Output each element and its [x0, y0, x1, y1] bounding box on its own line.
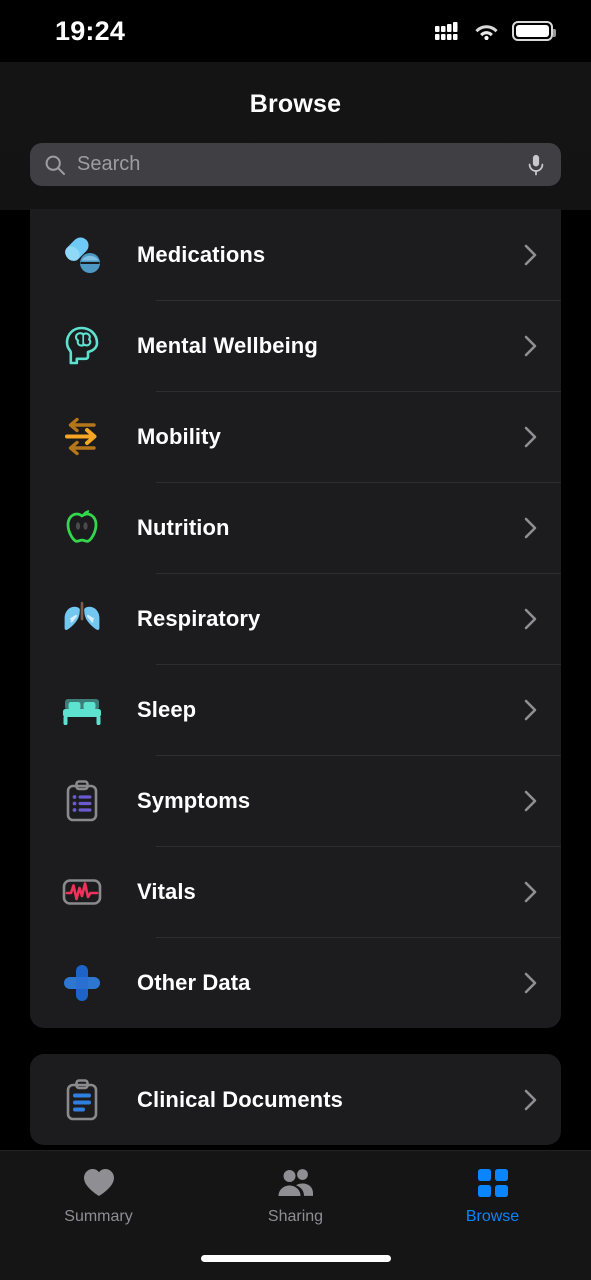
people-icon — [278, 1169, 313, 1196]
list-item-mobility[interactable]: Mobility — [30, 391, 561, 482]
phone-screen: 19:24 Browse Search Medications Mental W… — [0, 0, 591, 1280]
list-item-label: Symptoms — [137, 787, 251, 813]
cellular-bars-icon — [435, 21, 458, 40]
status-bar-indicators — [435, 21, 556, 41]
list-item-label: Clinical Documents — [137, 1086, 343, 1112]
tab-summary[interactable]: Summary — [0, 1167, 197, 1226]
heart-icon — [83, 1169, 114, 1196]
plus-cross-icon — [58, 959, 106, 1007]
tab-sharing[interactable]: Sharing — [197, 1167, 394, 1226]
list-item-clinical-documents[interactable]: Clinical Documents — [30, 1054, 561, 1145]
tab-label: Sharing — [267, 1208, 324, 1225]
chevron-right-icon — [524, 790, 537, 812]
chevron-right-icon — [524, 426, 537, 448]
list-item-symptoms[interactable]: Symptoms — [30, 755, 561, 846]
bed-icon — [58, 686, 106, 734]
chevron-right-icon — [524, 517, 537, 539]
list-item-label: Respiratory — [137, 605, 261, 631]
list-item-label: Mental Wellbeing — [137, 332, 318, 358]
apple-icon — [58, 504, 106, 552]
home-indicator[interactable] — [200, 1255, 391, 1262]
tab-browse[interactable]: Browse — [394, 1167, 591, 1226]
status-bar: 19:24 — [0, 0, 591, 62]
clinical-documents-card: Clinical Documents — [30, 1054, 561, 1145]
navigation-header: Browse Search — [0, 62, 591, 210]
arrows-mobility-icon — [58, 413, 106, 461]
head-brain-icon — [58, 322, 106, 370]
list-item-mental-wellbeing[interactable]: Mental Wellbeing — [30, 300, 561, 391]
list-item-label: Mobility — [137, 423, 221, 449]
list-item-label: Nutrition — [137, 514, 230, 540]
chevron-right-icon — [524, 608, 537, 630]
chevron-right-icon — [524, 1089, 537, 1111]
list-item-label: Other Data — [137, 969, 251, 995]
clipboard-documents-icon — [58, 1076, 106, 1124]
chevron-right-icon — [524, 335, 537, 357]
page-title: Browse — [249, 90, 342, 118]
list-item-sleep[interactable]: Sleep — [30, 664, 561, 755]
wifi-icon — [475, 25, 498, 40]
clipboard-list-icon — [58, 777, 106, 825]
list-item-label: Vitals — [137, 878, 196, 904]
search-icon — [45, 155, 65, 175]
list-item-vitals[interactable]: Vitals — [30, 846, 561, 937]
pills-icon — [58, 231, 106, 279]
ecg-monitor-icon — [58, 868, 106, 916]
tab-label: Summary — [64, 1208, 133, 1225]
chevron-right-icon — [524, 881, 537, 903]
search-input-placeholder[interactable]: Search — [77, 153, 525, 176]
chevron-right-icon — [524, 244, 537, 266]
tab-bar: Summary Sharing Browse — [0, 1150, 591, 1280]
list-item-medications[interactable]: Medications — [30, 209, 561, 300]
grid-icon — [477, 1169, 508, 1197]
health-categories-card: Medications Mental Wellbeing Mobility Nu… — [30, 209, 561, 1028]
lungs-icon — [58, 595, 106, 643]
browse-list[interactable]: Medications Mental Wellbeing Mobility Nu… — [0, 209, 591, 1150]
tab-label: Browse — [465, 1208, 520, 1225]
list-item-label: Sleep — [137, 696, 197, 722]
chevron-right-icon — [524, 699, 537, 721]
chevron-right-icon — [524, 972, 537, 994]
list-item-respiratory[interactable]: Respiratory — [30, 573, 561, 664]
list-item-other-data[interactable]: Other Data — [30, 937, 561, 1028]
battery-full-icon — [512, 21, 556, 41]
status-bar-clock: 19:24 — [55, 15, 126, 46]
list-item-label: Medications — [137, 241, 266, 267]
microphone-icon[interactable] — [525, 154, 547, 176]
list-item-nutrition[interactable]: Nutrition — [30, 482, 561, 573]
search-field[interactable]: Search — [30, 143, 561, 186]
